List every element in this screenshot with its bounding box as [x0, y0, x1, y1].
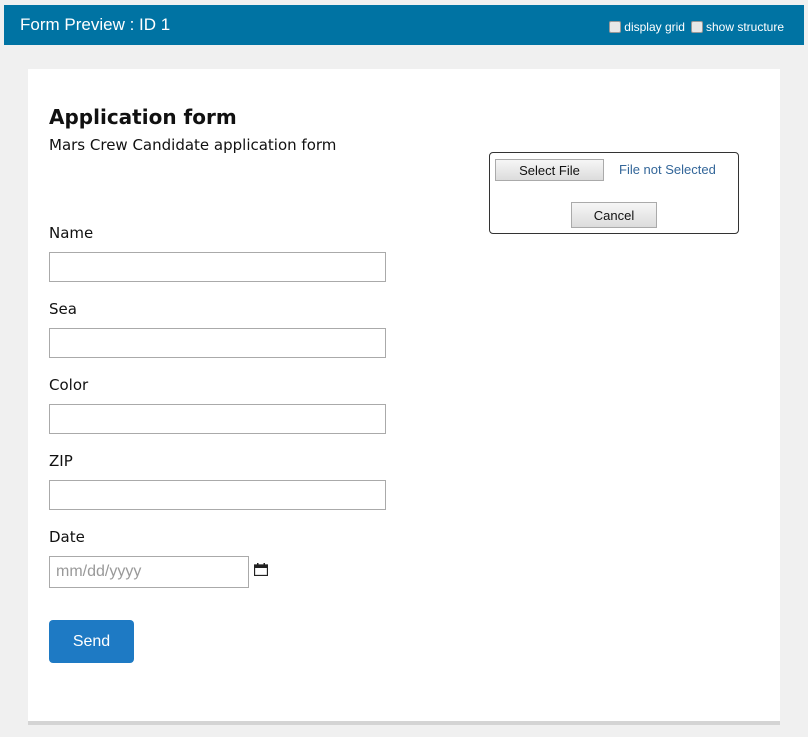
- zip-label: ZIP: [49, 452, 73, 470]
- display-grid-label: display grid: [624, 20, 685, 34]
- preview-header: Form Preview : ID 1 display grid show st…: [4, 5, 804, 45]
- preview-title: Form Preview : ID 1: [20, 15, 171, 34]
- sea-input[interactable]: [49, 328, 386, 358]
- name-label: Name: [49, 224, 94, 242]
- calendar-icon[interactable]: [254, 563, 268, 576]
- display-grid-checkbox[interactable]: [609, 21, 622, 33]
- show-structure-label: show structure: [705, 20, 784, 34]
- form-card: Application form Mars Crew Candidate app…: [28, 69, 780, 725]
- zip-input[interactable]: [49, 480, 386, 510]
- color-label: Color: [49, 376, 89, 394]
- select-file-button[interactable]: Select File: [495, 159, 604, 181]
- cancel-button[interactable]: Cancel: [571, 202, 657, 228]
- display-grid-option[interactable]: display grid: [609, 20, 685, 34]
- name-input[interactable]: [49, 252, 386, 282]
- header-options: display grid show structure: [603, 20, 784, 34]
- date-input[interactable]: mm/dd/yyyy: [49, 556, 249, 588]
- file-upload-box: Select File File not Selected Cancel: [489, 152, 739, 234]
- color-input[interactable]: [49, 404, 386, 434]
- sea-label: Sea: [49, 300, 77, 318]
- form-subtitle: Mars Crew Candidate application form: [49, 136, 337, 154]
- date-label: Date: [49, 528, 85, 546]
- send-button[interactable]: Send: [49, 620, 134, 663]
- show-structure-checkbox[interactable]: [690, 21, 703, 33]
- show-structure-option[interactable]: show structure: [690, 20, 784, 34]
- file-status: File not Selected: [619, 162, 716, 177]
- form-title: Application form: [49, 105, 237, 129]
